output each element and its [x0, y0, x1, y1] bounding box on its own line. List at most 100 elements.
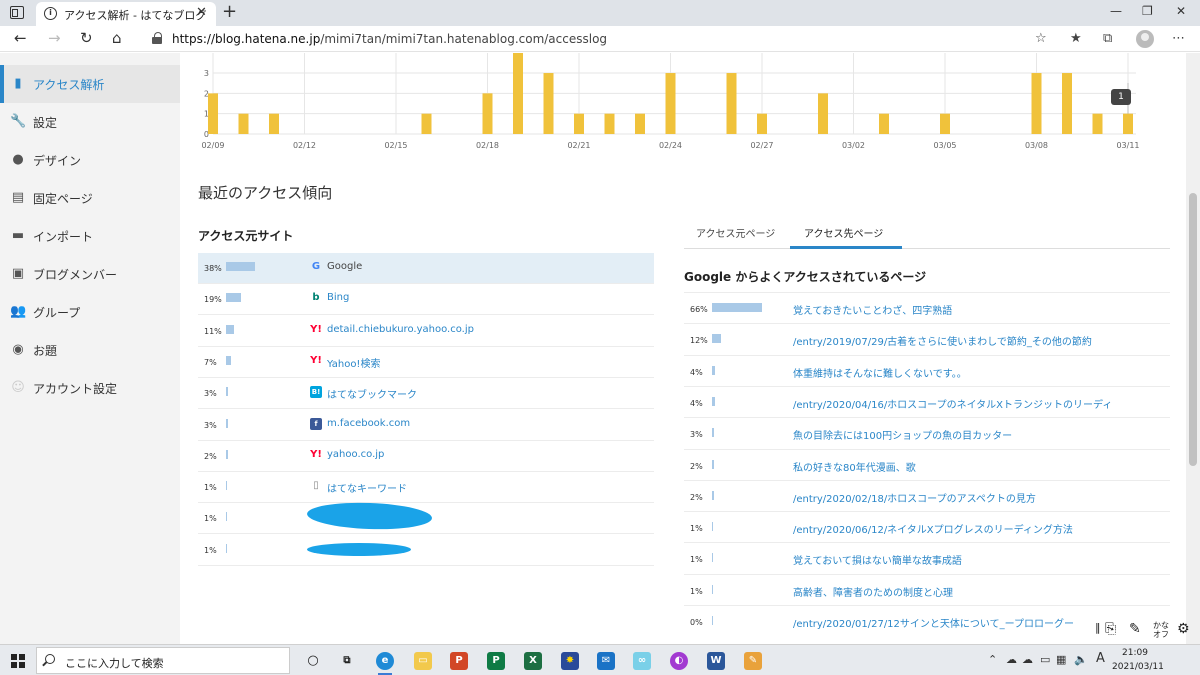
source-name[interactable]: yahoo.co.jp: [327, 449, 384, 460]
tab-source-pages[interactable]: アクセス元ページ: [696, 225, 775, 240]
sidebar-item-settings[interactable]: 🔧 設定: [0, 103, 180, 141]
search-placeholder: ここに入力して検索: [65, 657, 164, 670]
sidebar-item-topic[interactable]: ◉ お題: [0, 331, 180, 369]
source-name[interactable]: detail.chiebukuro.yahoo.co.jp: [327, 324, 474, 335]
paint-icon[interactable]: ✎: [744, 652, 762, 670]
destination-link[interactable]: 魚の目除去には100円ショップの魚の目カッター: [793, 427, 1153, 442]
destination-share-bar: [712, 365, 716, 375]
destination-link[interactable]: 体重維持はそんなに難しくないです。。: [793, 365, 1153, 380]
word-icon[interactable]: W: [707, 652, 725, 670]
destination-percent: 2%: [690, 492, 703, 502]
home-icon[interactable]: ⌂: [112, 29, 122, 47]
sidebar-item-blog-members[interactable]: ▣ ブログメンバー: [0, 255, 180, 293]
sidebar-item-design[interactable]: ● デザイン: [0, 141, 180, 179]
app-icon[interactable]: ◐: [670, 652, 688, 670]
sidebar-item-import[interactable]: ▬ インポート: [0, 217, 180, 255]
source-row[interactable]: 7% Y! Yahoo!検索: [198, 347, 654, 378]
onedrive-icon[interactable]: ☁: [1006, 653, 1017, 666]
destination-link[interactable]: 覚えておきたいことわざ、四字熟語: [793, 302, 1153, 317]
destination-link[interactable]: /entry/2020/04/16/ホロスコープのネイタルXトランジットのリーデ…: [793, 396, 1153, 411]
handle-icon[interactable]: ‖: [1095, 621, 1101, 634]
destination-link[interactable]: 覚えておいて損はない簡単な故事成語: [793, 552, 1153, 567]
battery-icon[interactable]: ▭: [1040, 653, 1050, 666]
edge-browser-icon[interactable]: e: [376, 652, 394, 675]
destination-link[interactable]: 私の好きな80年代漫画、歌: [793, 459, 1153, 474]
sidebar-item-fixed-page[interactable]: ▤ 固定ページ: [0, 179, 180, 217]
source-share-bar: [226, 387, 229, 397]
source-name[interactable]: m.facebook.com: [327, 418, 410, 429]
lock-icon[interactable]: [152, 32, 162, 44]
tab-actions-icon[interactable]: [10, 6, 24, 19]
source-row[interactable]: 3% B! はてなブックマーク: [198, 378, 654, 410]
sidebar-item-account-settings[interactable]: ☺ アカウント設定: [0, 369, 180, 407]
more-menu-icon[interactable]: ⋯: [1172, 31, 1185, 46]
source-name[interactable]: Yahoo!検索: [327, 355, 380, 370]
volume-icon[interactable]: 🔈: [1074, 653, 1088, 666]
handwriting-icon[interactable]: ✎: [1129, 621, 1141, 637]
powerpoint-icon[interactable]: P: [450, 652, 468, 670]
cortana-icon[interactable]: ○: [304, 652, 322, 670]
source-row[interactable]: 1%: [198, 535, 654, 566]
destination-percent: 3%: [690, 430, 703, 440]
restore-icon[interactable]: ❐: [1142, 4, 1153, 18]
minimize-icon[interactable]: —: [1110, 4, 1122, 18]
source-row[interactable]: 38% G Google: [198, 253, 654, 284]
tab-destination-pages[interactable]: アクセス先ページ: [804, 225, 883, 240]
new-tab-icon[interactable]: +: [222, 1, 237, 22]
sidebar-item-label: グループ: [33, 306, 81, 320]
file-explorer-icon[interactable]: ▭: [414, 652, 432, 670]
clock-time[interactable]: 21:09: [1122, 648, 1148, 658]
source-row[interactable]: 3% f m.facebook.com: [198, 410, 654, 441]
close-tab-icon[interactable]: ✕: [196, 5, 207, 20]
scroll-thumb[interactable]: [1189, 193, 1197, 466]
favorites-icon[interactable]: ★: [1070, 31, 1082, 46]
destination-link[interactable]: /entry/2019/07/29/古着をさらに使いまわしで節約_その他の節約: [793, 333, 1153, 348]
source-row[interactable]: 19% b Bing: [198, 284, 654, 316]
network-icon[interactable]: ▦: [1056, 653, 1066, 666]
ime-mode-label[interactable]: かな オフ: [1153, 621, 1169, 639]
bing-icon: b: [312, 292, 320, 304]
profile-avatar-icon[interactable]: [1136, 30, 1154, 48]
publisher-icon[interactable]: P: [487, 652, 505, 670]
clock-date[interactable]: 2021/03/11: [1112, 662, 1164, 672]
source-row[interactable]: 1% ▯ はてなキーワード: [198, 472, 654, 504]
back-arrow-icon[interactable]: ←: [14, 29, 27, 47]
input-indicator[interactable]: A: [1096, 651, 1105, 666]
favorite-add-icon[interactable]: ☆: [1035, 31, 1047, 46]
destination-row: 12% /entry/2019/07/29/古着をさらに使いまわしで節約_その他の…: [684, 323, 1170, 354]
destination-link[interactable]: /entry/2020/06/12/ネイタルXプログレスのリーディング方法: [793, 521, 1153, 536]
source-name[interactable]: はてなブックマーク: [327, 386, 417, 401]
page-scrollbar[interactable]: [1186, 53, 1200, 644]
taskbar-search[interactable]: ここに入力して検索: [36, 647, 290, 674]
sidebar-item-label: インポート: [33, 230, 94, 244]
app-icon[interactable]: ∞: [633, 652, 651, 670]
refresh-icon[interactable]: ↻: [80, 29, 93, 47]
destination-row: 3% 魚の目除去には100円ショップの魚の目カッター: [684, 417, 1170, 448]
url-field[interactable]: https://blog.hatena.ne.jp/mimi7tan/mimi7…: [172, 32, 607, 46]
browser-tab[interactable]: i アクセス解析 - はてなブログ ✕: [36, 2, 216, 26]
app-icon[interactable]: ✸: [561, 652, 579, 670]
tray-chevron-icon[interactable]: ⌃: [988, 653, 997, 666]
close-window-icon[interactable]: ✕: [1176, 4, 1186, 18]
windows-start-icon[interactable]: [11, 654, 25, 668]
task-view-icon[interactable]: ⧉: [338, 652, 356, 670]
destination-link[interactable]: 高齢者、障害者のための制度と心理: [793, 584, 1153, 599]
destination-link[interactable]: /entry/2020/02/18/ホロスコープのアスペクトの見方: [793, 490, 1153, 505]
pen-tool-icon[interactable]: ⎘: [1105, 621, 1116, 637]
collections-icon[interactable]: ⧉: [1103, 31, 1112, 46]
destination-row: 1% 覚えておいて損はない簡単な故事成語: [684, 542, 1170, 573]
hatena-bookmark-icon: B!: [310, 386, 322, 399]
sidebar-item-group[interactable]: 👥 グループ: [0, 293, 180, 331]
y-tick-label: 3: [204, 69, 209, 78]
cloud-icon[interactable]: ☁: [1022, 653, 1033, 666]
chart-bar: [238, 113, 249, 134]
ime-settings-icon[interactable]: ⚙: [1177, 621, 1190, 637]
excel-icon[interactable]: X: [524, 652, 542, 670]
sidebar-item-access-analysis[interactable]: ▮ アクセス解析: [0, 65, 180, 103]
forward-arrow-icon[interactable]: →: [48, 29, 61, 47]
source-name[interactable]: はてなキーワード: [327, 480, 407, 495]
source-row[interactable]: 2% Y! yahoo.co.jp: [198, 441, 654, 472]
source-name[interactable]: Bing: [327, 292, 349, 303]
mail-icon[interactable]: ✉: [597, 652, 615, 670]
source-row[interactable]: 11% Y! detail.chiebukuro.yahoo.co.jp: [198, 316, 654, 347]
